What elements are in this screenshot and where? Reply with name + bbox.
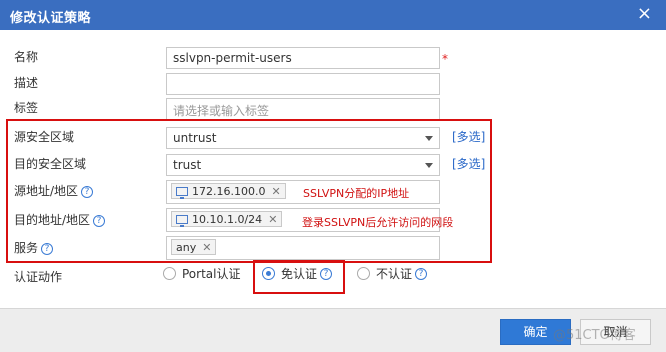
source-address-tag-text: 172.16.100.0 — [192, 184, 266, 198]
description-label: 描述 — [14, 76, 39, 90]
source-zone-multi-link[interactable]: [多选] — [452, 128, 485, 145]
dest-zone-label: 目的安全区域 — [14, 157, 87, 171]
dest-address-label-text: 目的地址/地区 — [14, 213, 91, 227]
cancel-button[interactable]: 取消 — [580, 319, 651, 345]
radio-no-auth-required[interactable]: 免认证 ? — [262, 265, 333, 282]
source-address-label: 源地址/地区? — [14, 182, 94, 199]
dropdown-caret-icon — [425, 136, 433, 141]
close-icon[interactable]: × — [637, 5, 652, 23]
name-input[interactable]: sslvpn-permit-users — [166, 47, 440, 69]
remove-tag-icon[interactable]: ✕ — [268, 213, 277, 226]
source-address-annotation: SSLVPN分配的IP地址 — [303, 187, 410, 200]
service-label-text: 服务 — [14, 241, 39, 255]
dest-zone-select[interactable]: trust — [166, 154, 440, 176]
source-zone-value: untrust — [173, 131, 217, 145]
dialog-title: 修改认证策略 — [10, 11, 92, 26]
dropdown-caret-icon — [425, 163, 433, 168]
help-icon[interactable]: ? — [415, 267, 428, 280]
dest-zone-multi-link[interactable]: [多选] — [452, 155, 485, 172]
radio-dot — [163, 267, 176, 280]
name-label: 名称 — [14, 50, 39, 64]
dialog-footer: 确定 取消 @51CTO博客 — [0, 308, 666, 352]
source-zone-select[interactable]: untrust — [166, 127, 440, 149]
policy-form: 名称 sslvpn-permit-users * 描述 标签 请选择或输入标签 … — [0, 30, 666, 308]
ok-button[interactable]: 确定 — [500, 319, 571, 345]
help-icon[interactable]: ? — [93, 214, 106, 227]
radio-no-auth-required-label: 免认证 — [281, 267, 318, 281]
source-zone-label: 源安全区域 — [14, 130, 75, 144]
monitor-icon — [176, 214, 188, 227]
radio-portal-auth-label: Portal认证 — [182, 267, 241, 281]
auth-action-radio-group: Portal认证 免认证 ? 不认证 ? — [163, 263, 463, 283]
service-tag: any ✕ — [171, 239, 217, 255]
remove-tag-icon[interactable]: ✕ — [202, 241, 211, 254]
description-input[interactable] — [166, 73, 440, 95]
auth-action-label: 认证动作 — [14, 270, 63, 284]
service-label: 服务? — [14, 239, 54, 256]
help-icon[interactable]: ? — [81, 185, 94, 198]
service-tag-text: any — [176, 240, 197, 254]
tag-input[interactable]: 请选择或输入标签 — [166, 98, 440, 120]
dest-zone-value: trust — [173, 158, 202, 172]
source-address-tag: 172.16.100.0 ✕ — [171, 183, 286, 199]
remove-tag-icon[interactable]: ✕ — [271, 185, 280, 198]
service-input[interactable]: any ✕ — [166, 236, 440, 260]
source-address-label-text: 源地址/地区 — [14, 184, 79, 198]
radio-portal-auth[interactable]: Portal认证 — [163, 265, 240, 282]
dest-address-tag: 10.10.1.0/24 ✕ — [171, 211, 283, 227]
radio-no-auth-label: 不认证 — [376, 267, 413, 281]
dest-address-annotation: 登录SSLVPN后允许访问的网段 — [302, 216, 454, 229]
help-icon[interactable]: ? — [320, 267, 333, 280]
radio-dot-selected — [262, 267, 275, 280]
required-mark: * — [442, 52, 448, 66]
tag-label: 标签 — [14, 101, 39, 115]
dialog-titlebar: 修改认证策略 × — [0, 0, 666, 30]
radio-dot — [357, 267, 370, 280]
help-icon[interactable]: ? — [41, 242, 54, 255]
monitor-icon — [176, 186, 188, 199]
dest-address-label: 目的地址/地区? — [14, 211, 106, 228]
radio-no-auth[interactable]: 不认证 ? — [357, 265, 428, 282]
dest-address-tag-text: 10.10.1.0/24 — [192, 212, 263, 226]
